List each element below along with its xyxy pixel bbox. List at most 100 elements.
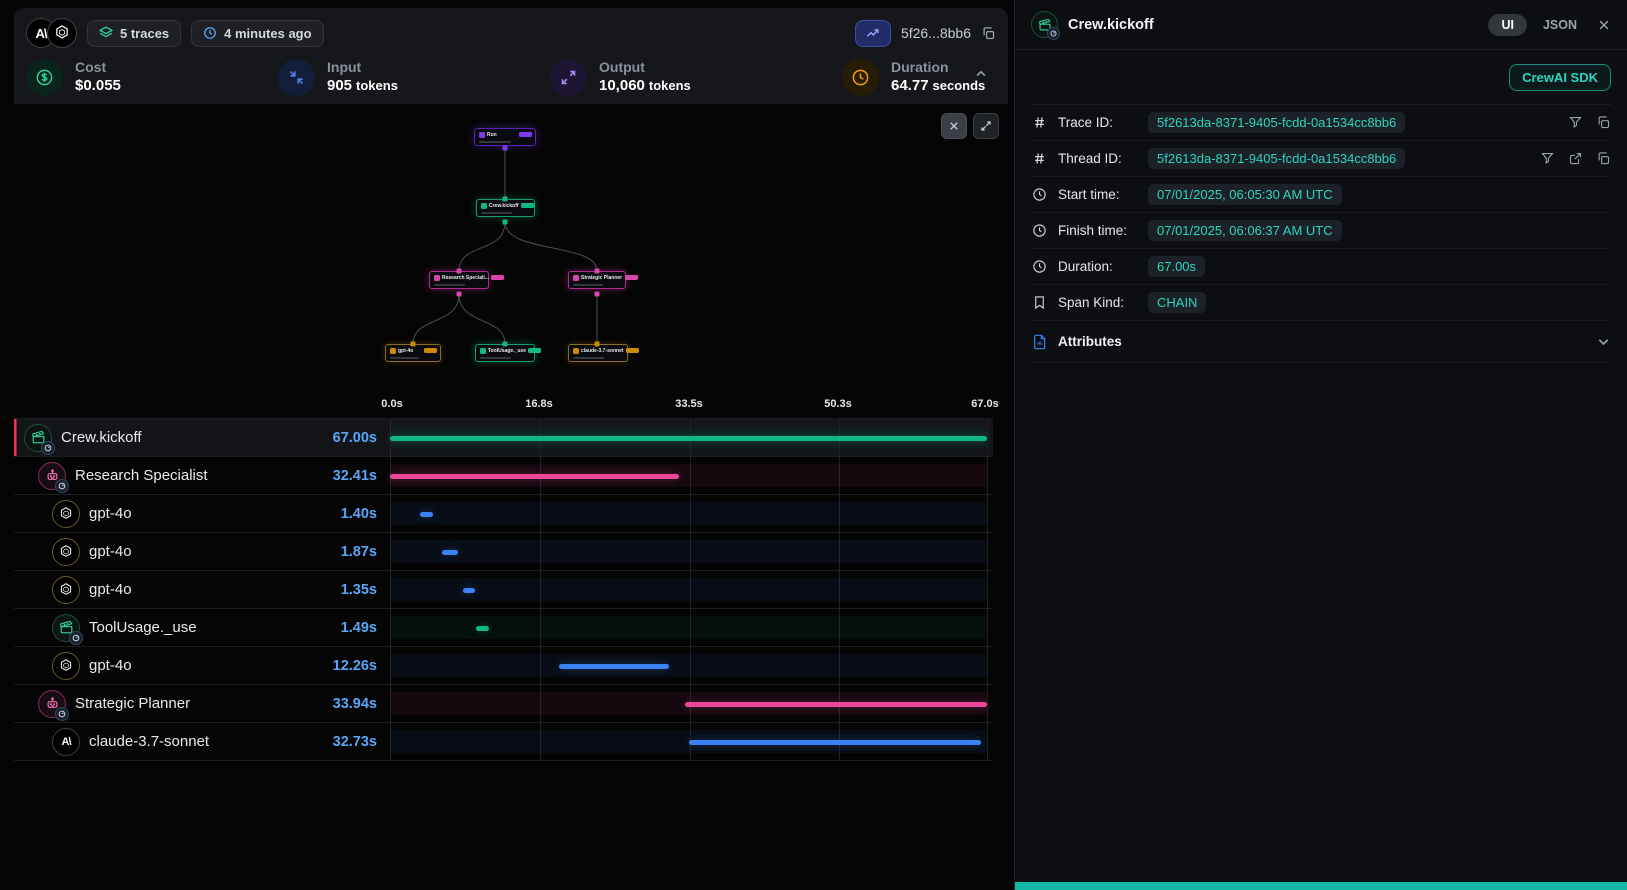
funnel-icon xyxy=(1540,151,1555,166)
graph-node-gpt-4o[interactable]: gpt-4o xyxy=(385,344,441,362)
graph-node-strategic-planner[interactable]: Strategic Planner xyxy=(568,271,626,289)
clock-icon xyxy=(203,26,217,40)
span-bar[interactable] xyxy=(463,588,475,593)
span-name: claude-3.7-sonnet xyxy=(89,733,209,750)
start-time-value: 07/01/2025, 06:05:30 AM UTC xyxy=(1148,184,1342,205)
graph-node-research-specialist[interactable]: Research Speciali... xyxy=(429,271,489,289)
span-bar[interactable] xyxy=(685,702,987,707)
span-bar[interactable] xyxy=(420,512,432,517)
expand-graph-button[interactable] xyxy=(973,113,999,139)
panel-title: Crew.kickoff xyxy=(1068,17,1154,33)
stat-value: 905 xyxy=(327,77,352,94)
close-graph-button[interactable] xyxy=(941,113,967,139)
strategic-node-badge xyxy=(625,275,638,280)
collapse-stats-button[interactable] xyxy=(974,67,988,81)
openai-logo-icon xyxy=(52,576,80,604)
attributes-section-toggle[interactable]: Attributes xyxy=(1031,321,1611,363)
time-ago-badge[interactable]: 4 minutes ago xyxy=(191,20,323,47)
stat-output: Output 10,060tokens xyxy=(550,59,842,96)
span-row-gpt-4o[interactable]: gpt-4o 1.87s xyxy=(14,533,993,571)
span-bar[interactable] xyxy=(559,664,668,669)
agentops-badge-icon xyxy=(55,707,69,721)
chevron-down-icon[interactable] xyxy=(1596,334,1611,349)
field-duration: Duration: 67.00s xyxy=(1031,249,1611,285)
research-node-icon xyxy=(434,275,440,281)
span-timeline xyxy=(390,495,993,532)
gpt-node-subtext xyxy=(390,357,419,360)
crew-node-icon xyxy=(481,203,487,209)
run-node-subtext xyxy=(479,141,512,144)
external-link-icon xyxy=(1568,151,1583,166)
tab-json[interactable]: JSON xyxy=(1543,18,1577,32)
expand-icon xyxy=(980,120,992,132)
span-bar[interactable] xyxy=(390,474,679,479)
span-bar[interactable] xyxy=(442,550,459,555)
stat-input: Input 905tokens xyxy=(278,59,550,96)
connector-dot xyxy=(503,220,508,225)
trace-graph-canvas[interactable]: Run Crew.kickoff Research Speciali... St… xyxy=(14,104,1008,385)
graph-node-toolusage[interactable]: ToolUsage._use xyxy=(475,344,535,362)
claude-node-subtext xyxy=(573,357,605,360)
openai-logo-icon xyxy=(47,18,77,48)
clock-icon xyxy=(1031,259,1048,274)
trace-metrics-button[interactable] xyxy=(855,20,891,47)
crewai-icon xyxy=(24,424,52,452)
connector-dot xyxy=(595,292,600,297)
graph-node-claude[interactable]: claude-3.7-sonnet xyxy=(568,344,628,362)
copy-icon xyxy=(1596,151,1611,166)
field-finish-time: Finish time: 07/01/2025, 06:06:37 AM UTC xyxy=(1031,213,1611,249)
filter-by-trace-button[interactable] xyxy=(1568,115,1583,130)
span-row-crew-kickoff[interactable]: Crew.kickoff 67.00s xyxy=(14,419,993,457)
span-row-claude[interactable]: A\ claude-3.7-sonnet 32.73s xyxy=(14,723,993,761)
layers-icon xyxy=(99,26,113,40)
close-panel-button[interactable] xyxy=(1597,18,1611,32)
close-icon xyxy=(1597,18,1611,32)
connector-dot xyxy=(457,269,462,274)
copy-trace-id-button[interactable] xyxy=(981,26,996,41)
timeline-axis: 0.0s 16.8s 33.5s 50.3s 67.0s xyxy=(390,398,993,413)
close-icon xyxy=(948,120,960,132)
trace-id-value: 5f2613da-8371-9405-fcdd-0a1534cc8bb6 xyxy=(1148,112,1405,133)
agentops-badge-icon xyxy=(1047,27,1060,40)
copy-trace-id-button[interactable] xyxy=(1596,115,1611,130)
span-row-strategic-planner[interactable]: Strategic Planner 33.94s xyxy=(14,685,993,723)
span-row-gpt-4o[interactable]: gpt-4o 12.26s xyxy=(14,647,993,685)
tab-ui[interactable]: UI xyxy=(1488,14,1527,36)
span-duration: 1.35s xyxy=(341,582,390,598)
span-row-toolusage[interactable]: ToolUsage._use 1.49s xyxy=(14,609,993,647)
span-row-gpt-4o[interactable]: gpt-4o 1.40s xyxy=(14,495,993,533)
span-bar[interactable] xyxy=(689,740,981,745)
crewai-icon xyxy=(1031,11,1058,38)
traces-count-badge[interactable]: 5 traces xyxy=(87,20,181,47)
open-thread-button[interactable] xyxy=(1568,151,1583,166)
filter-by-thread-button[interactable] xyxy=(1540,151,1555,166)
anthropic-logo-icon: A\ xyxy=(52,728,80,756)
graph-node-crew-kickoff[interactable]: Crew.kickoff xyxy=(476,199,535,217)
agent-robot-icon xyxy=(38,462,66,490)
field-thread-id: Thread ID: 5f2613da-8371-9405-fcdd-0a153… xyxy=(1031,141,1611,177)
panel-bottom-accent-bar xyxy=(1015,882,1627,890)
research-node-badge xyxy=(491,275,504,280)
openai-logo-icon xyxy=(52,538,80,566)
span-name: Strategic Planner xyxy=(75,695,190,712)
span-duration: 67.00s xyxy=(333,430,390,446)
span-row-gpt-4o[interactable]: gpt-4o 1.35s xyxy=(14,571,993,609)
span-row-research-specialist[interactable]: Research Specialist 32.41s xyxy=(14,457,993,495)
span-duration: 1.49s xyxy=(341,620,390,636)
trending-icon xyxy=(865,25,881,41)
span-bar[interactable] xyxy=(390,436,987,441)
span-timeline xyxy=(390,419,993,456)
field-span-kind: Span Kind: CHAIN xyxy=(1031,285,1611,321)
graph-node-run[interactable]: Run xyxy=(474,128,536,146)
span-timeline xyxy=(390,571,993,608)
span-timeline xyxy=(390,609,993,646)
crew-node-badge xyxy=(521,203,534,208)
span-name: Research Specialist xyxy=(75,467,208,484)
field-trace-id: Trace ID: 5f2613da-8371-9405-fcdd-0a1534… xyxy=(1031,105,1611,141)
copy-thread-id-button[interactable] xyxy=(1596,151,1611,166)
axis-tick: 0.0s xyxy=(381,398,402,410)
span-name: gpt-4o xyxy=(89,505,132,522)
span-bar[interactable] xyxy=(476,626,489,631)
axis-tick: 67.0s xyxy=(971,398,999,410)
stat-value: 10,060 xyxy=(599,77,645,94)
